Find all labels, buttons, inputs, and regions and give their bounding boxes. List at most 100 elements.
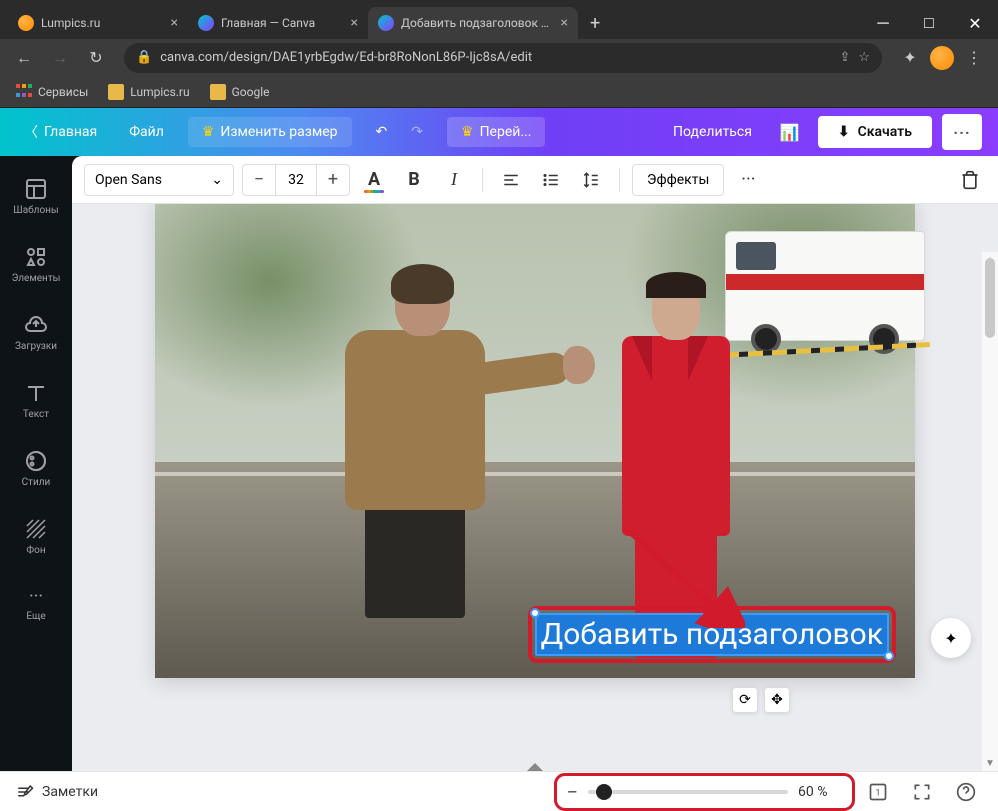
elements-icon — [24, 245, 48, 269]
zoom-slider-thumb[interactable] — [596, 784, 612, 800]
star-icon[interactable]: ☆ — [858, 50, 870, 65]
zoom-slider[interactable] — [588, 790, 788, 794]
scrollbar-thumb[interactable] — [985, 258, 995, 338]
analytics-button[interactable]: 📊 — [772, 117, 808, 148]
font-size-input[interactable]: 32 — [275, 165, 317, 195]
tab-close-icon[interactable]: × — [351, 15, 358, 31]
maximize-button[interactable]: □ — [906, 7, 952, 39]
chevron-down-icon: ⌄ — [211, 172, 223, 188]
home-button[interactable]: 〈 Главная — [16, 116, 105, 148]
spacing-button[interactable] — [575, 164, 607, 196]
home-label: Главная — [44, 124, 97, 140]
sidebar-label: Элементы — [12, 273, 61, 284]
forward-button[interactable]: → — [44, 42, 76, 74]
lock-icon: 🔒 — [136, 50, 152, 65]
sidebar-item-text[interactable]: Текст — [0, 368, 72, 432]
canvas[interactable]: Добавить подзаголовок ✦ ⟳ ✥ — [155, 204, 915, 678]
redo-button[interactable]: ↷ — [403, 118, 431, 146]
subtitle-text[interactable]: Добавить подзаголовок — [541, 617, 883, 652]
sidebar-item-more[interactable]: ··· Еще — [0, 572, 72, 636]
rotate-button[interactable]: ⟳ — [732, 687, 758, 713]
undo-redo-group: ↶ ↷ — [368, 118, 431, 146]
menu-button[interactable]: ⋮ — [958, 42, 990, 74]
minimize-button[interactable]: ─ — [860, 7, 906, 39]
help-button[interactable] — [950, 776, 982, 808]
browser-tab[interactable]: Главная — Canva × — [188, 7, 368, 39]
apps-grid-icon — [16, 84, 32, 100]
share-icon[interactable]: ⇪ — [839, 50, 850, 65]
expand-pages-button[interactable] — [527, 763, 543, 771]
resize-button[interactable]: ♛ Изменить размер — [188, 117, 352, 147]
trash-icon — [960, 170, 980, 190]
text-color-button[interactable]: A — [358, 164, 390, 196]
scroll-down-icon[interactable]: ▼ — [982, 755, 998, 771]
back-button[interactable]: ← — [8, 42, 40, 74]
sidebar-item-styles[interactable]: Стили — [0, 436, 72, 500]
extensions-button[interactable]: ✦ — [894, 42, 926, 74]
profile-avatar[interactable] — [930, 46, 954, 70]
tab-title: Lumpics.ru — [41, 16, 164, 30]
sidebar-item-templates[interactable]: Шаблоны — [0, 164, 72, 228]
align-button[interactable] — [495, 164, 527, 196]
file-label: Файл — [129, 124, 164, 140]
delete-button[interactable] — [954, 164, 986, 196]
font-size-decrease[interactable]: − — [243, 165, 275, 195]
move-button[interactable]: ✥ — [764, 687, 790, 713]
bookmark-apps[interactable]: Сервисы — [8, 80, 96, 104]
sidebar-item-background[interactable]: Фон — [0, 504, 72, 568]
bookmark-folder[interactable]: Google — [202, 80, 278, 104]
sidebar-label: Загрузки — [15, 341, 57, 352]
close-button[interactable]: ✕ — [952, 7, 998, 39]
workspace: Open Sans ⌄ − 32 + A B I Эффекты ··· — [72, 156, 998, 771]
download-button[interactable]: ⬇ Скачать — [818, 116, 932, 148]
crown-icon: ♛ — [461, 124, 474, 140]
main-area: Шаблоны Элементы Загрузки Текст Стили Фо… — [0, 156, 998, 771]
browser-tab-strip: Lumpics.ru × Главная — Canva × Добавить … — [0, 0, 998, 39]
canva-topbar: 〈 Главная Файл ♛ Изменить размер ↶ ↷ ♛ П… — [0, 108, 998, 156]
browser-tab[interactable]: Lumpics.ru × — [8, 7, 188, 39]
browser-tab-active[interactable]: Добавить подзаголовок — 12 × — [368, 7, 578, 39]
vertical-scrollbar[interactable]: ▲ ▼ — [982, 252, 998, 771]
font-size-group: − 32 + — [242, 164, 350, 196]
zoom-value[interactable]: 60 % — [798, 784, 842, 800]
italic-button[interactable]: I — [438, 164, 470, 196]
help-icon — [956, 782, 976, 802]
canvas-area[interactable]: Добавить подзаголовок ✦ ⟳ ✥ ▲ ▼ — [72, 204, 998, 771]
font-size-increase[interactable]: + — [317, 165, 349, 195]
window-controls: ─ □ ✕ — [860, 7, 998, 39]
fullscreen-button[interactable] — [906, 776, 938, 808]
bookmark-folder[interactable]: Lumpics.ru — [100, 80, 197, 104]
file-menu[interactable]: Файл — [121, 118, 172, 146]
resize-handle[interactable] — [530, 608, 540, 618]
sidebar-item-uploads[interactable]: Загрузки — [0, 300, 72, 364]
undo-button[interactable]: ↶ — [368, 118, 396, 146]
folder-icon — [108, 84, 124, 100]
resize-handle[interactable] — [884, 651, 894, 661]
notes-icon — [16, 783, 34, 801]
font-family-select[interactable]: Open Sans ⌄ — [84, 164, 234, 196]
new-tab-button[interactable]: + — [578, 7, 612, 39]
more-text-options[interactable]: ··· — [732, 164, 764, 196]
effects-label: Эффекты — [647, 172, 709, 188]
scene-person-right — [600, 278, 750, 658]
notes-button[interactable]: Заметки — [16, 783, 98, 801]
transfer-button[interactable]: ♛ Перей... — [447, 117, 545, 147]
zoom-out-button[interactable]: − — [567, 780, 578, 804]
tab-close-icon[interactable]: × — [171, 15, 178, 31]
reload-button[interactable]: ↻ — [80, 42, 112, 74]
address-bar[interactable]: 🔒 canva.com/design/DAE1yrbEgdw/Ed-br8RoN… — [124, 43, 882, 73]
bottom-bar: Заметки − 60 % 1 — [0, 771, 998, 811]
grid-view-button[interactable]: 1 — [862, 776, 894, 808]
more-options-button[interactable]: ··· — [942, 114, 982, 150]
tab-close-icon[interactable]: × — [561, 15, 568, 31]
subtitle-text-element[interactable]: Добавить подзаголовок — [535, 613, 889, 656]
sidebar-item-elements[interactable]: Элементы — [0, 232, 72, 296]
magic-button[interactable]: ✦ — [931, 618, 971, 658]
chart-icon: 📊 — [780, 123, 800, 142]
effects-button[interactable]: Эффекты — [632, 164, 724, 196]
list-button[interactable] — [535, 164, 567, 196]
share-button[interactable]: Поделиться — [663, 118, 762, 146]
bold-button[interactable]: B — [398, 164, 430, 196]
sidebar-label: Фон — [26, 545, 45, 556]
favicon-icon — [378, 15, 394, 31]
